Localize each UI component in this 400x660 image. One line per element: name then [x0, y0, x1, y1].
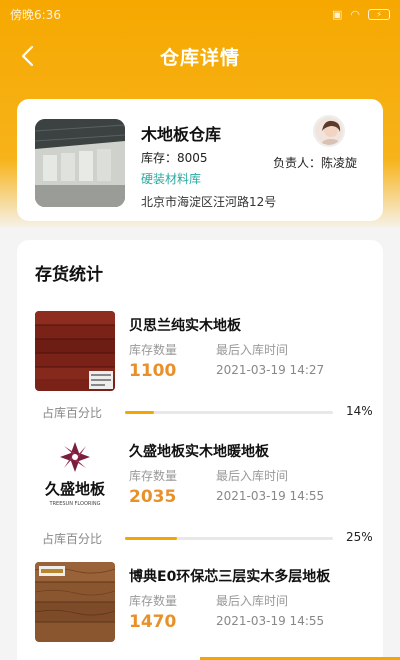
- qty-label: 库存数量: [129, 343, 178, 357]
- product-image: [35, 311, 115, 391]
- manager-avatar: [313, 115, 345, 147]
- product-name: 久盛地板实木地暖地板: [129, 444, 269, 460]
- chevron-left-icon: [21, 45, 34, 67]
- share-bar: [125, 537, 333, 540]
- notification-icon: ▣: [331, 7, 343, 21]
- top-bar: 仓库详情: [0, 34, 400, 78]
- share-value: 14%: [346, 404, 373, 418]
- qty-label: 库存数量: [129, 594, 178, 608]
- qty-label: 库存数量: [129, 469, 178, 483]
- warehouse-manager: 负责人：陈凌旋: [273, 156, 358, 170]
- status-time: 傍晚6:36: [10, 7, 61, 22]
- last-inbound-time: 2021-03-19 14:27: [216, 363, 325, 377]
- inventory-item[interactable]: 博典E0环保芯三层实木多层地板 库存数量 最后入库时间 1470 2021-03…: [17, 562, 383, 660]
- share-bar-fill: [125, 537, 177, 540]
- back-button[interactable]: [12, 40, 44, 72]
- time-label: 最后入库时间: [216, 469, 289, 483]
- inventory-panel: 存货统计 贝思兰纯实木地板 库存数量 最后入库时间 1100 2021-03-1…: [17, 240, 383, 660]
- share-bar: [125, 411, 333, 414]
- warehouse-name: 木地板仓库: [141, 125, 222, 144]
- share-row: 占库百分比 25%: [17, 529, 383, 549]
- product-name: 博典E0环保芯三层实木多层地板: [129, 569, 331, 585]
- share-label: 占库百分比: [42, 532, 103, 546]
- time-label: 最后入库时间: [216, 343, 289, 357]
- product-image: 久盛地板 TREESUN FLOORING: [35, 437, 115, 517]
- last-inbound-time: 2021-03-19 14:55: [216, 614, 325, 628]
- share-row: 占库百分比 14%: [17, 403, 383, 423]
- share-label: 占库百分比: [42, 406, 103, 420]
- product-name: 贝思兰纯实木地板: [129, 318, 241, 334]
- product-image: [35, 562, 115, 642]
- logo-text: 久盛地板: [45, 480, 106, 498]
- inventory-item[interactable]: 久盛地板 TREESUN FLOORING 久盛地板实木地暖地板 库存数量 最后…: [17, 437, 383, 562]
- share-value: 25%: [346, 530, 373, 544]
- warehouse-card: 木地板仓库 库存：8005 硬装材料库 北京市海淀区汪河路12号 负责人：陈凌旋: [17, 99, 383, 221]
- warehouse-stock: 库存：8005: [141, 151, 208, 165]
- status-bar: 傍晚6:36 ▣ ◠ ⚡: [0, 0, 400, 28]
- logo-subtext: TREESUN FLOORING: [49, 501, 101, 507]
- last-inbound-time: 2021-03-19 14:55: [216, 489, 325, 503]
- inventory-title: 存货统计: [35, 265, 103, 285]
- warehouse-address: 北京市海淀区汪河路12号: [141, 195, 277, 209]
- battery-icon: ⚡: [368, 8, 390, 20]
- wifi-icon: ◠: [350, 7, 360, 21]
- stock-quantity: 1100: [129, 361, 177, 381]
- page-title: 仓库详情: [159, 46, 240, 69]
- warehouse-category[interactable]: 硬装材料库: [141, 170, 201, 187]
- inventory-item[interactable]: 贝思兰纯实木地板 库存数量 最后入库时间 1100 2021-03-19 14:…: [17, 311, 383, 436]
- stock-quantity: 2035: [129, 487, 177, 507]
- time-label: 最后入库时间: [216, 594, 289, 608]
- warehouse-photo: [35, 119, 125, 207]
- share-bar-fill: [125, 411, 155, 414]
- stock-quantity: 1470: [129, 612, 177, 632]
